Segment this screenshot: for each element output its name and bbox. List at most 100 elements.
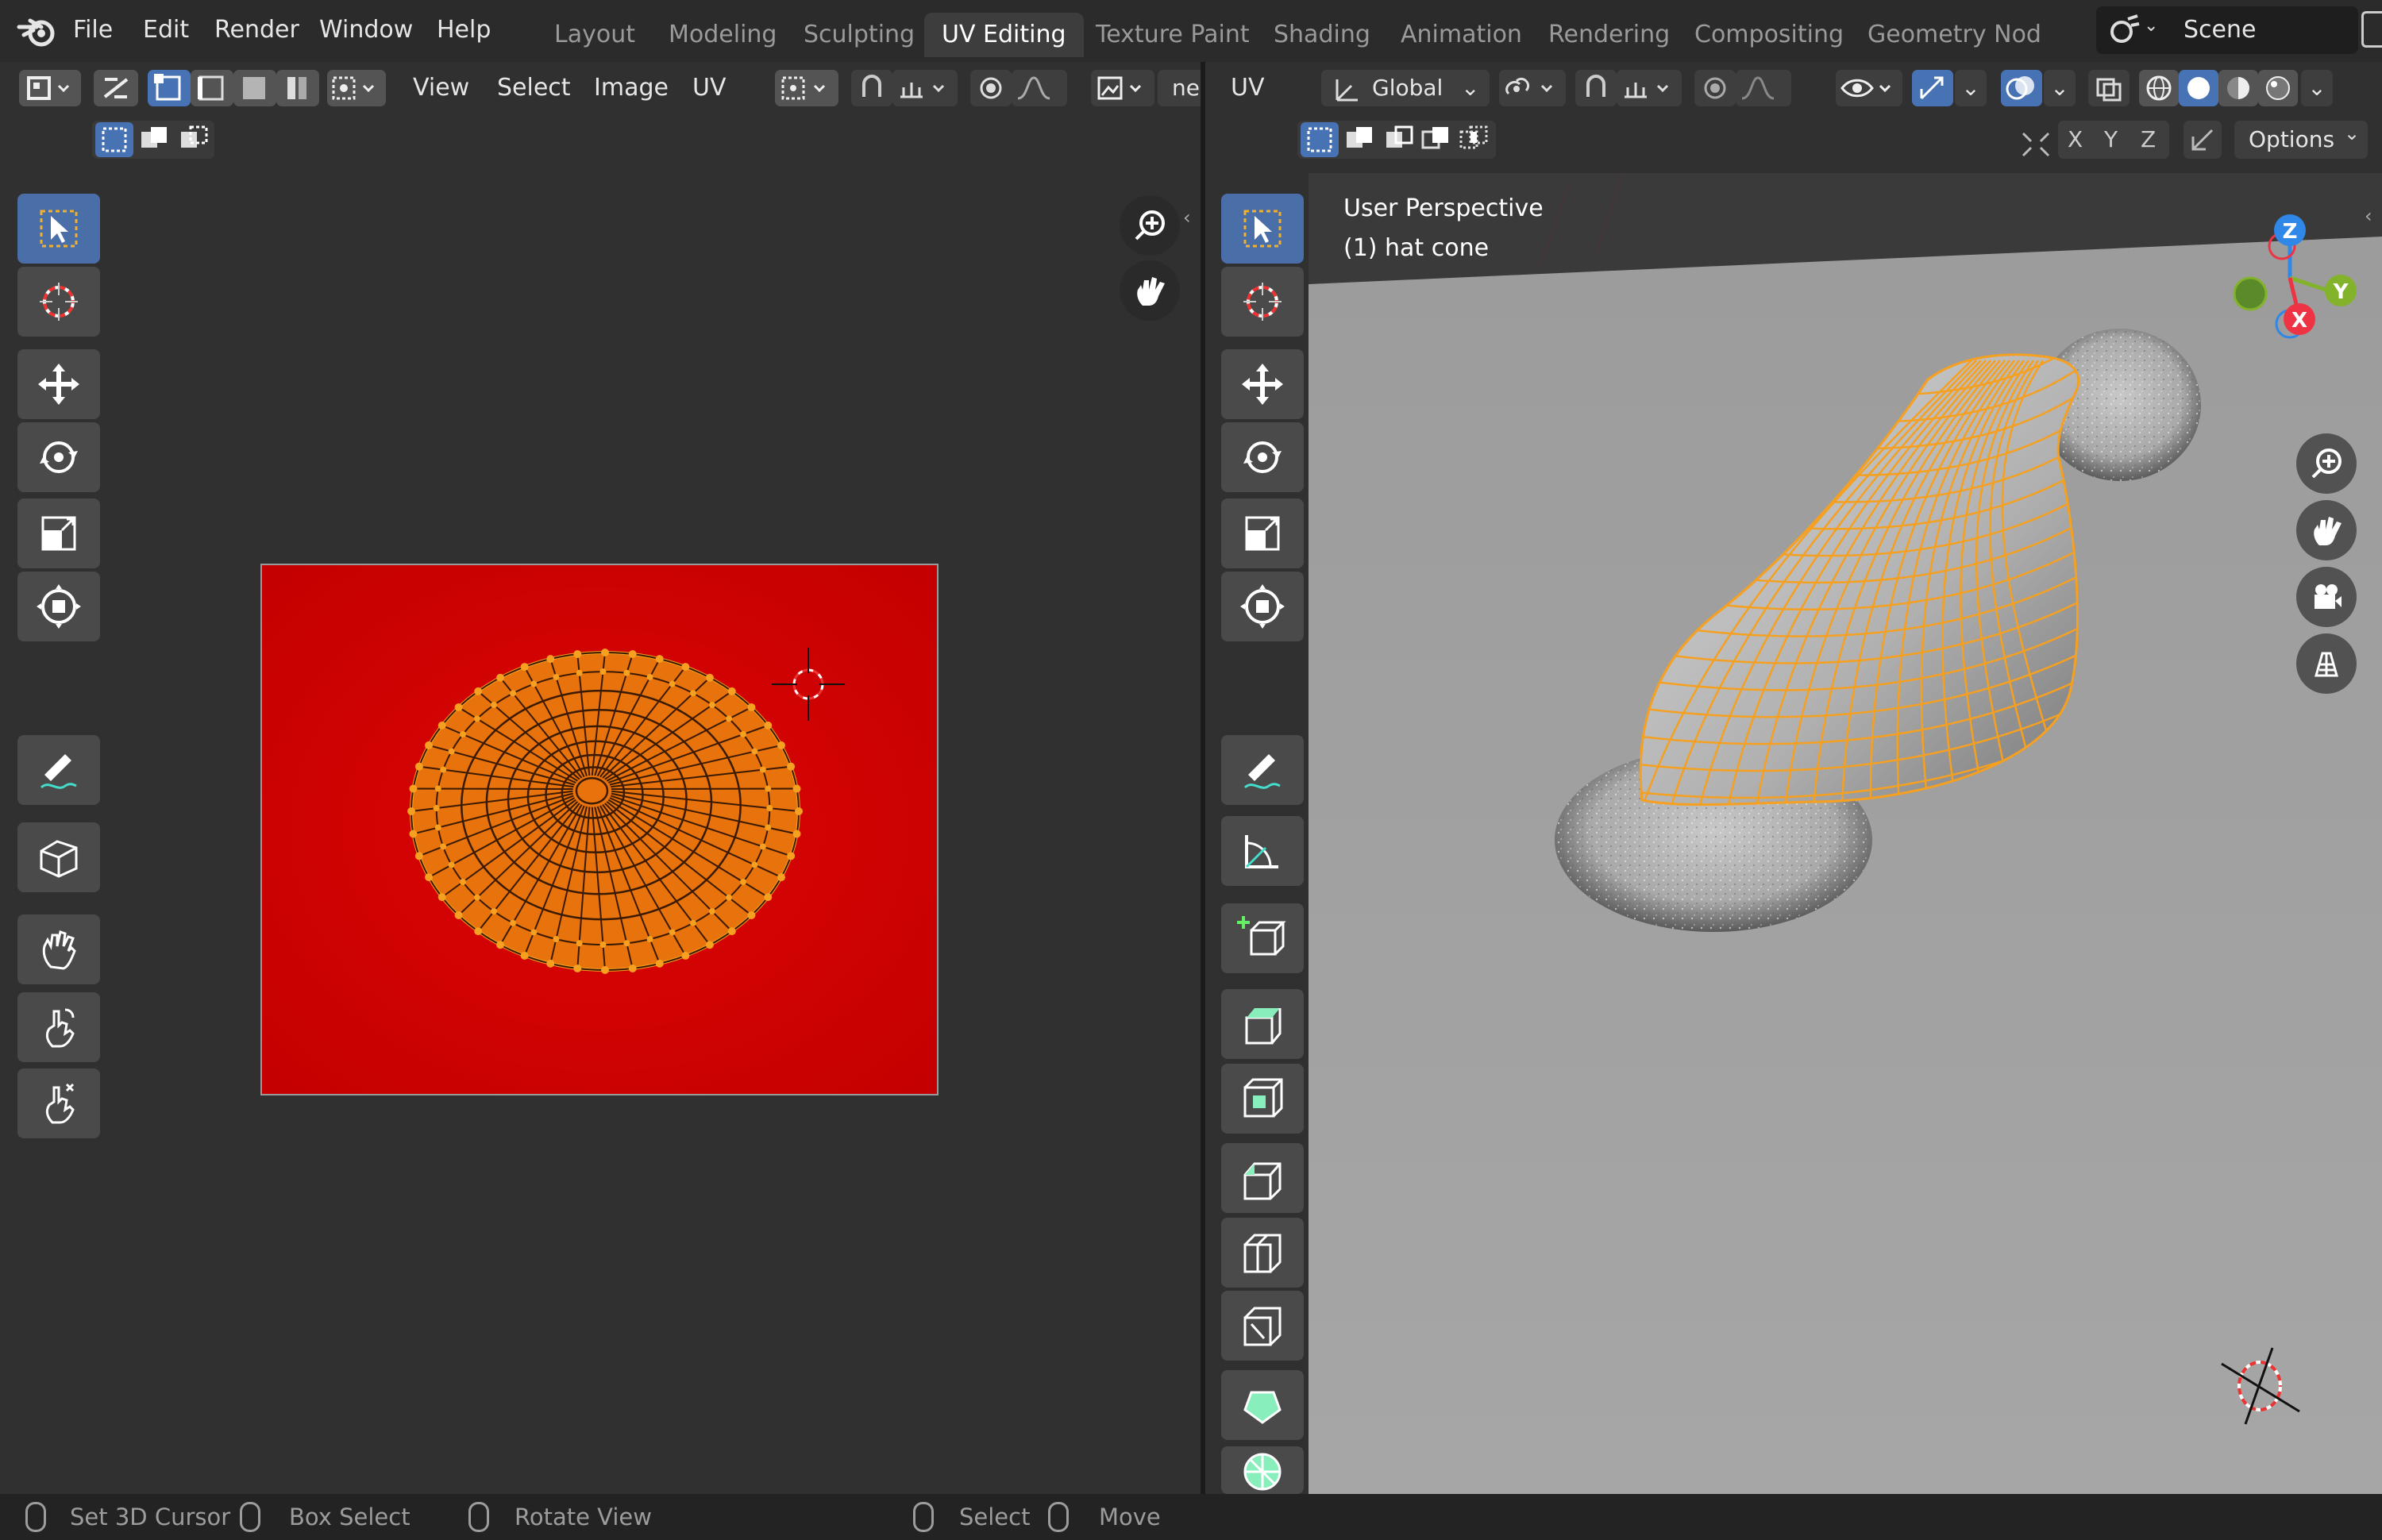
uv-vertex[interactable]	[459, 878, 466, 885]
menu-window[interactable]: Window	[313, 11, 419, 49]
uv-vertex[interactable]	[473, 894, 480, 901]
uv-vertex[interactable]	[689, 690, 696, 697]
tab-uv-editing[interactable]: UV Editing	[924, 13, 1084, 57]
gizmo-toggle-icon[interactable]	[1912, 70, 1953, 106]
uv-vertex[interactable]	[407, 807, 415, 815]
pivot-point-button[interactable]	[775, 70, 838, 106]
zoom-view-icon[interactable]	[2296, 433, 2357, 494]
uv-vertex[interactable]	[705, 941, 714, 949]
tool-transform[interactable]	[1221, 572, 1304, 641]
select-subtract-icon[interactable]	[175, 122, 213, 157]
uv-vertex[interactable]	[628, 650, 637, 659]
uv-vertex[interactable]	[740, 878, 747, 885]
tool-annotate[interactable]	[1221, 735, 1304, 805]
ortho-toggle-icon[interactable]	[2296, 633, 2357, 694]
selection-mode-group[interactable]	[1297, 121, 1496, 159]
tool-measure[interactable]	[1221, 816, 1304, 886]
uv-vertex[interactable]	[573, 964, 582, 972]
uv-vertex[interactable]	[777, 873, 785, 882]
visibility-eye-icon[interactable]	[1836, 70, 1902, 106]
collapse-sidebar-icon[interactable]: ‹	[2365, 205, 2372, 227]
tool-select-box[interactable]	[1221, 194, 1304, 264]
proportional-edit-icon[interactable]	[970, 70, 1012, 106]
tool-grab[interactable]	[17, 914, 100, 984]
uv-vertex[interactable]	[448, 861, 455, 868]
uv-vertex[interactable]	[520, 663, 529, 672]
uv-mode-label[interactable]: UV	[1231, 70, 1264, 106]
falloff-curve-icon[interactable]	[1736, 70, 1791, 106]
tab-compositing[interactable]: Compositing	[1677, 13, 1861, 57]
tab-geometry-nodes[interactable]: Geometry Nod	[1850, 13, 2059, 57]
uv-vertex[interactable]	[669, 680, 676, 687]
uv-vertex[interactable]	[623, 940, 630, 947]
tool-spin[interactable]	[1221, 1446, 1304, 1494]
tool-scale[interactable]	[1221, 499, 1304, 568]
uv-vertex[interactable]	[496, 941, 505, 949]
tab-animation[interactable]: Animation	[1383, 13, 1540, 57]
uv-vertex[interactable]	[751, 861, 758, 868]
scene-selector[interactable]: ⌄ Scene	[2096, 6, 2358, 54]
uv-vertex[interactable]	[669, 929, 676, 936]
uv-vertex[interactable]	[546, 959, 555, 968]
tool-scale[interactable]	[17, 499, 100, 568]
uv-vertex[interactable]	[764, 893, 773, 902]
menu-render[interactable]: Render	[208, 11, 306, 49]
tool-extrude[interactable]	[1221, 989, 1304, 1059]
uv-vertex[interactable]	[409, 830, 418, 838]
uv-vertex[interactable]	[437, 721, 446, 730]
tab-modeling[interactable]: Modeling	[651, 13, 794, 57]
uv-vertex[interactable]	[454, 703, 463, 712]
zoom-view-icon[interactable]	[1120, 195, 1180, 256]
uv-vertex[interactable]	[496, 673, 505, 682]
shading-rendered-icon[interactable]	[2258, 70, 2298, 106]
tool-add-cube[interactable]	[1221, 903, 1304, 973]
uv-vertex[interactable]	[759, 766, 766, 773]
uv-vertex[interactable]	[792, 784, 801, 793]
uv-vertex[interactable]	[795, 807, 803, 815]
uv-vertex[interactable]	[474, 927, 483, 936]
uv-vertex[interactable]	[655, 655, 664, 664]
face-select-mode-icon[interactable]	[233, 70, 276, 106]
uv-vertex[interactable]	[510, 919, 517, 926]
uv-vertex[interactable]	[766, 805, 773, 811]
uv-vertex[interactable]	[434, 824, 441, 831]
shading-options-chevron-icon[interactable]: ⌄	[2301, 70, 2333, 106]
tab-shading[interactable]: Shading	[1256, 13, 1388, 57]
overlays-toggle-icon[interactable]	[2001, 70, 2042, 106]
uv-vertex[interactable]	[474, 687, 483, 695]
tab-sculpting[interactable]: Sculpting	[786, 13, 932, 57]
uv-vertex[interactable]	[726, 715, 733, 722]
uv-vertex[interactable]	[787, 762, 796, 771]
select-new-icon[interactable]	[1301, 122, 1339, 157]
uv-vertex[interactable]	[726, 894, 733, 901]
3d-viewport-area[interactable]: UV Global ⌄ ⌄ ⌄ ⌄ X Y Z Options ⌄ User P…	[1205, 62, 2382, 1494]
uv-vertex[interactable]	[601, 966, 609, 974]
uv-vertex[interactable]	[727, 927, 736, 936]
tab-texture-paint[interactable]: Texture Paint	[1078, 13, 1267, 57]
sync-selection-icon[interactable]	[94, 70, 138, 106]
new-scene-icon[interactable]	[2361, 11, 2382, 48]
uv-vertex[interactable]	[409, 784, 418, 793]
uv-vertex[interactable]	[727, 687, 736, 695]
options-dropdown[interactable]: Options ⌄	[2234, 121, 2368, 159]
falloff-curve-icon[interactable]	[1012, 70, 1067, 106]
uv-vertex[interactable]	[751, 748, 758, 755]
uv-vertex[interactable]	[646, 936, 653, 943]
uv-vertex[interactable]	[414, 852, 423, 860]
uv-vertex[interactable]	[765, 824, 772, 831]
tab-rendering[interactable]: Rendering	[1531, 13, 1687, 57]
select-extend-icon[interactable]	[135, 122, 173, 157]
uv-vertex[interactable]	[433, 805, 440, 811]
tool-rotate[interactable]	[1221, 422, 1304, 492]
uv-vertex[interactable]	[425, 873, 434, 882]
uv-vertex[interactable]	[473, 715, 480, 722]
snap-icon[interactable]	[1575, 70, 1617, 106]
uv-vertex[interactable]	[573, 650, 582, 659]
tool-select-box[interactable]	[17, 194, 100, 264]
tool-pinch[interactable]	[17, 1068, 100, 1138]
image-browse-button[interactable]	[1091, 70, 1154, 106]
tool-transform[interactable]	[17, 572, 100, 641]
select-extend-icon[interactable]	[1340, 122, 1378, 157]
uv-vertex[interactable]	[530, 680, 538, 687]
pivot-point-button[interactable]	[1499, 70, 1566, 106]
